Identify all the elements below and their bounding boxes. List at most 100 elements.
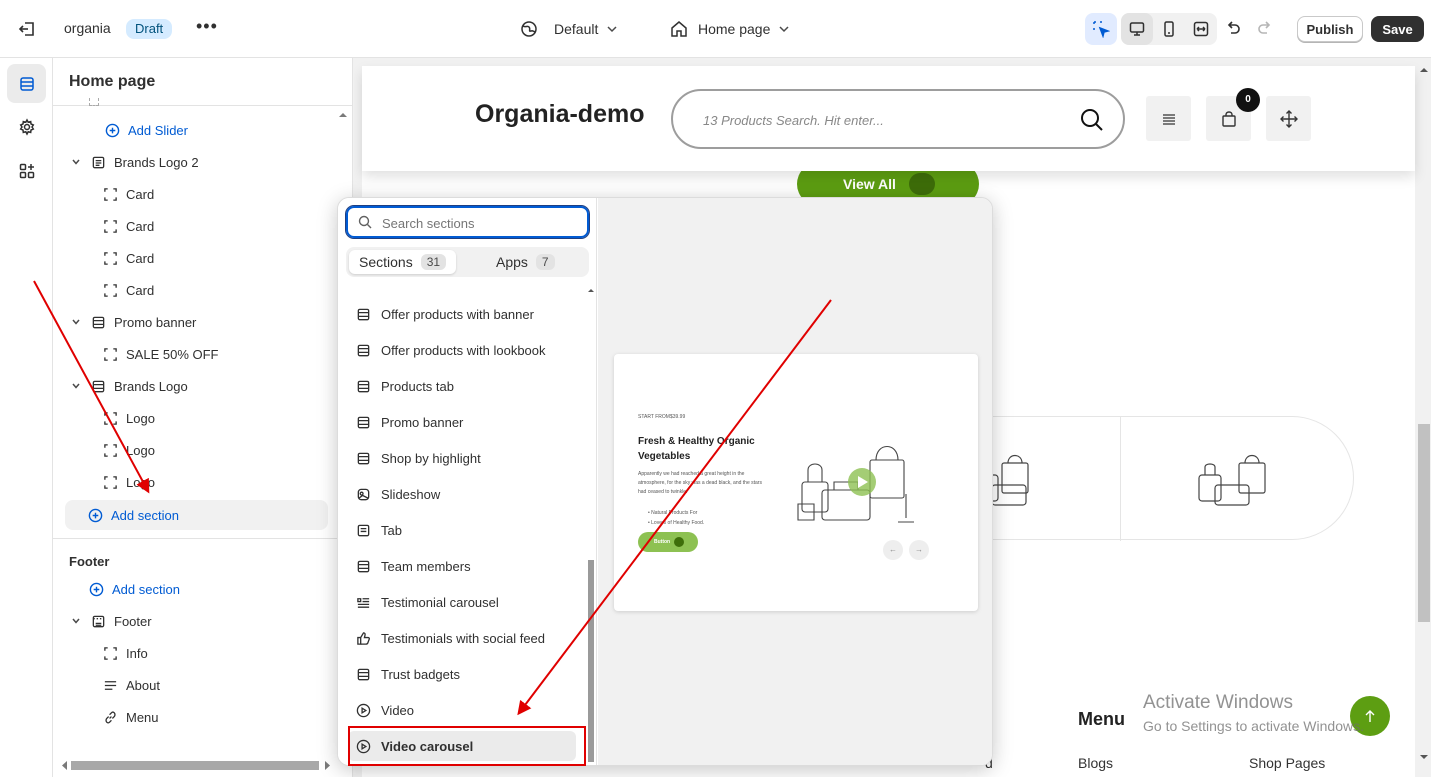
rail-sections-button[interactable] — [7, 64, 46, 103]
scrollbar-thumb[interactable] — [588, 560, 594, 762]
tab-apps[interactable]: Apps 7 — [486, 250, 565, 274]
section-option-products-tab[interactable]: Products tab — [348, 371, 576, 401]
tree-block-card[interactable]: Card — [103, 180, 154, 208]
section-option-slideshow[interactable]: Slideshow — [348, 479, 576, 509]
move-button[interactable] — [1266, 96, 1311, 141]
section-icon — [92, 380, 105, 392]
section-option-offer-products-with-banner[interactable]: Offer products with banner — [348, 299, 576, 329]
section-search-input[interactable] — [382, 213, 577, 233]
tree-section-footer[interactable]: Footer — [69, 607, 152, 635]
tree-block-card[interactable]: Card — [103, 276, 154, 304]
preview-pretitle: START FROM$39.99 — [638, 414, 686, 420]
section-option-video[interactable]: Video — [348, 695, 576, 725]
text-lines-icon — [104, 680, 117, 690]
store-logo[interactable]: Organia-demo — [475, 100, 644, 129]
scroll-up-icon[interactable] — [339, 111, 347, 119]
block-icon — [104, 187, 117, 201]
rail-apps-button[interactable] — [7, 151, 46, 190]
section-option-team-members[interactable]: Team members — [348, 551, 576, 581]
redo-icon[interactable] — [1254, 18, 1276, 40]
tree-block-logo[interactable]: Logo — [103, 468, 155, 496]
tab-sections[interactable]: Sections 31 — [349, 250, 457, 274]
block-icon — [104, 251, 117, 265]
section-icon — [92, 156, 105, 168]
move-arrows-icon — [1279, 109, 1298, 128]
menu-button[interactable] — [1146, 96, 1191, 141]
rail-settings-button[interactable] — [7, 107, 46, 146]
section-option-trust-badgets[interactable]: Trust badgets — [348, 659, 576, 689]
add-slider-button[interactable]: Add Slider — [105, 116, 188, 144]
store-search-input[interactable]: 13 Products Search. Hit enter... — [671, 89, 1125, 149]
inspector-toggle[interactable] — [1085, 13, 1117, 45]
viewport-group — [1121, 13, 1217, 45]
scroll-right-icon[interactable] — [324, 761, 331, 770]
fullscreen-view-button[interactable] — [1185, 13, 1217, 45]
block-icon — [104, 283, 117, 297]
tree-label: Card — [126, 250, 155, 266]
sidebar-horizontal-scrollbar[interactable] — [61, 759, 331, 771]
tree-label: Card — [126, 186, 155, 202]
scroll-left-icon[interactable] — [61, 761, 68, 770]
tree-section-brands-logo-2[interactable]: Brands Logo 2 — [69, 148, 199, 176]
more-actions-icon[interactable]: ••• — [196, 17, 218, 39]
desktop-view-button[interactable] — [1121, 13, 1153, 45]
chevron-down-icon[interactable] — [71, 616, 81, 626]
section-option-promo-banner[interactable]: Promo banner — [348, 407, 576, 437]
tree-section-promo-banner[interactable]: Promo banner — [69, 308, 196, 336]
footer-add-section-button[interactable]: Add section — [89, 575, 180, 603]
tree-block-menu[interactable]: Menu — [103, 703, 159, 731]
tree-block-card[interactable]: Card — [103, 212, 154, 240]
tree-label: SALE 50% OFF — [126, 346, 219, 362]
section-search-field[interactable] — [345, 205, 590, 239]
tree-label: Brands Logo — [114, 378, 188, 394]
scroll-up-icon[interactable] — [1420, 66, 1428, 74]
scroll-down-icon[interactable] — [1420, 753, 1428, 761]
footer-link-shop-pages[interactable]: Shop Pages — [1249, 755, 1325, 771]
chevron-down-icon — [779, 26, 789, 33]
tree-block-logo[interactable]: Logo — [103, 404, 155, 432]
tree-block-card[interactable]: Card — [103, 244, 154, 272]
mobile-view-button[interactable] — [1153, 13, 1185, 45]
highlight-box-annotation — [348, 726, 586, 766]
block-icon — [104, 347, 117, 361]
theme-selector[interactable]: Default — [520, 18, 618, 40]
play-circle-icon — [356, 703, 371, 718]
scrollbar-thumb[interactable] — [71, 761, 319, 770]
section-icon — [356, 451, 371, 466]
preview-vertical-scrollbar[interactable] — [1417, 58, 1431, 777]
section-list-scrollbar[interactable] — [587, 286, 595, 765]
tree-block-info[interactable]: Info — [103, 639, 148, 667]
footer-link-blogs[interactable]: Blogs — [1078, 755, 1113, 771]
tree-block-sale[interactable]: SALE 50% OFF — [103, 340, 218, 368]
section-option-offer-products-with-lookbook[interactable]: Offer products with lookbook — [348, 335, 576, 365]
tree-label: Logo — [126, 474, 155, 490]
section-option-testimonials-with-social-feed[interactable]: Testimonials with social feed — [348, 623, 576, 653]
globe-icon — [521, 21, 537, 37]
chevron-down-icon[interactable] — [71, 317, 81, 327]
section-option-label: Shop by highlight — [381, 450, 481, 466]
chevron-down-icon[interactable] — [71, 381, 81, 391]
section-option-testimonial-carousel[interactable]: Testimonial carousel — [348, 587, 576, 617]
arrow-right-icon — [909, 173, 935, 195]
page-selector[interactable]: Home page — [670, 18, 790, 40]
section-option-label: Offer products with lookbook — [381, 342, 546, 358]
add-section-button[interactable]: Add section — [65, 500, 328, 530]
exit-icon[interactable] — [16, 18, 38, 40]
tree-label: Promo banner — [114, 314, 197, 330]
chevron-down-icon[interactable] — [71, 157, 81, 167]
publish-button[interactable]: Publish — [1297, 16, 1363, 42]
search-icon[interactable] — [1079, 107, 1105, 133]
section-picker: Sections 31 Apps 7 Offer products with b… — [338, 198, 597, 765]
tree-block-about[interactable]: About — [103, 671, 160, 699]
scrollbar-thumb[interactable] — [1418, 424, 1430, 622]
tree-section-brands-logo[interactable]: Brands Logo — [69, 372, 188, 400]
section-option-tab[interactable]: Tab — [348, 515, 576, 545]
section-option-shop-by-highlight[interactable]: Shop by highlight — [348, 443, 576, 473]
tree-label: Brands Logo 2 — [114, 154, 199, 170]
save-button[interactable]: Save — [1371, 16, 1424, 42]
section-option-label: Offer products with banner — [381, 306, 534, 322]
left-rail — [0, 58, 53, 777]
tree-block-logo[interactable]: Logo — [103, 436, 155, 464]
undo-icon[interactable] — [1222, 18, 1244, 40]
scroll-up-icon[interactable] — [587, 286, 595, 294]
